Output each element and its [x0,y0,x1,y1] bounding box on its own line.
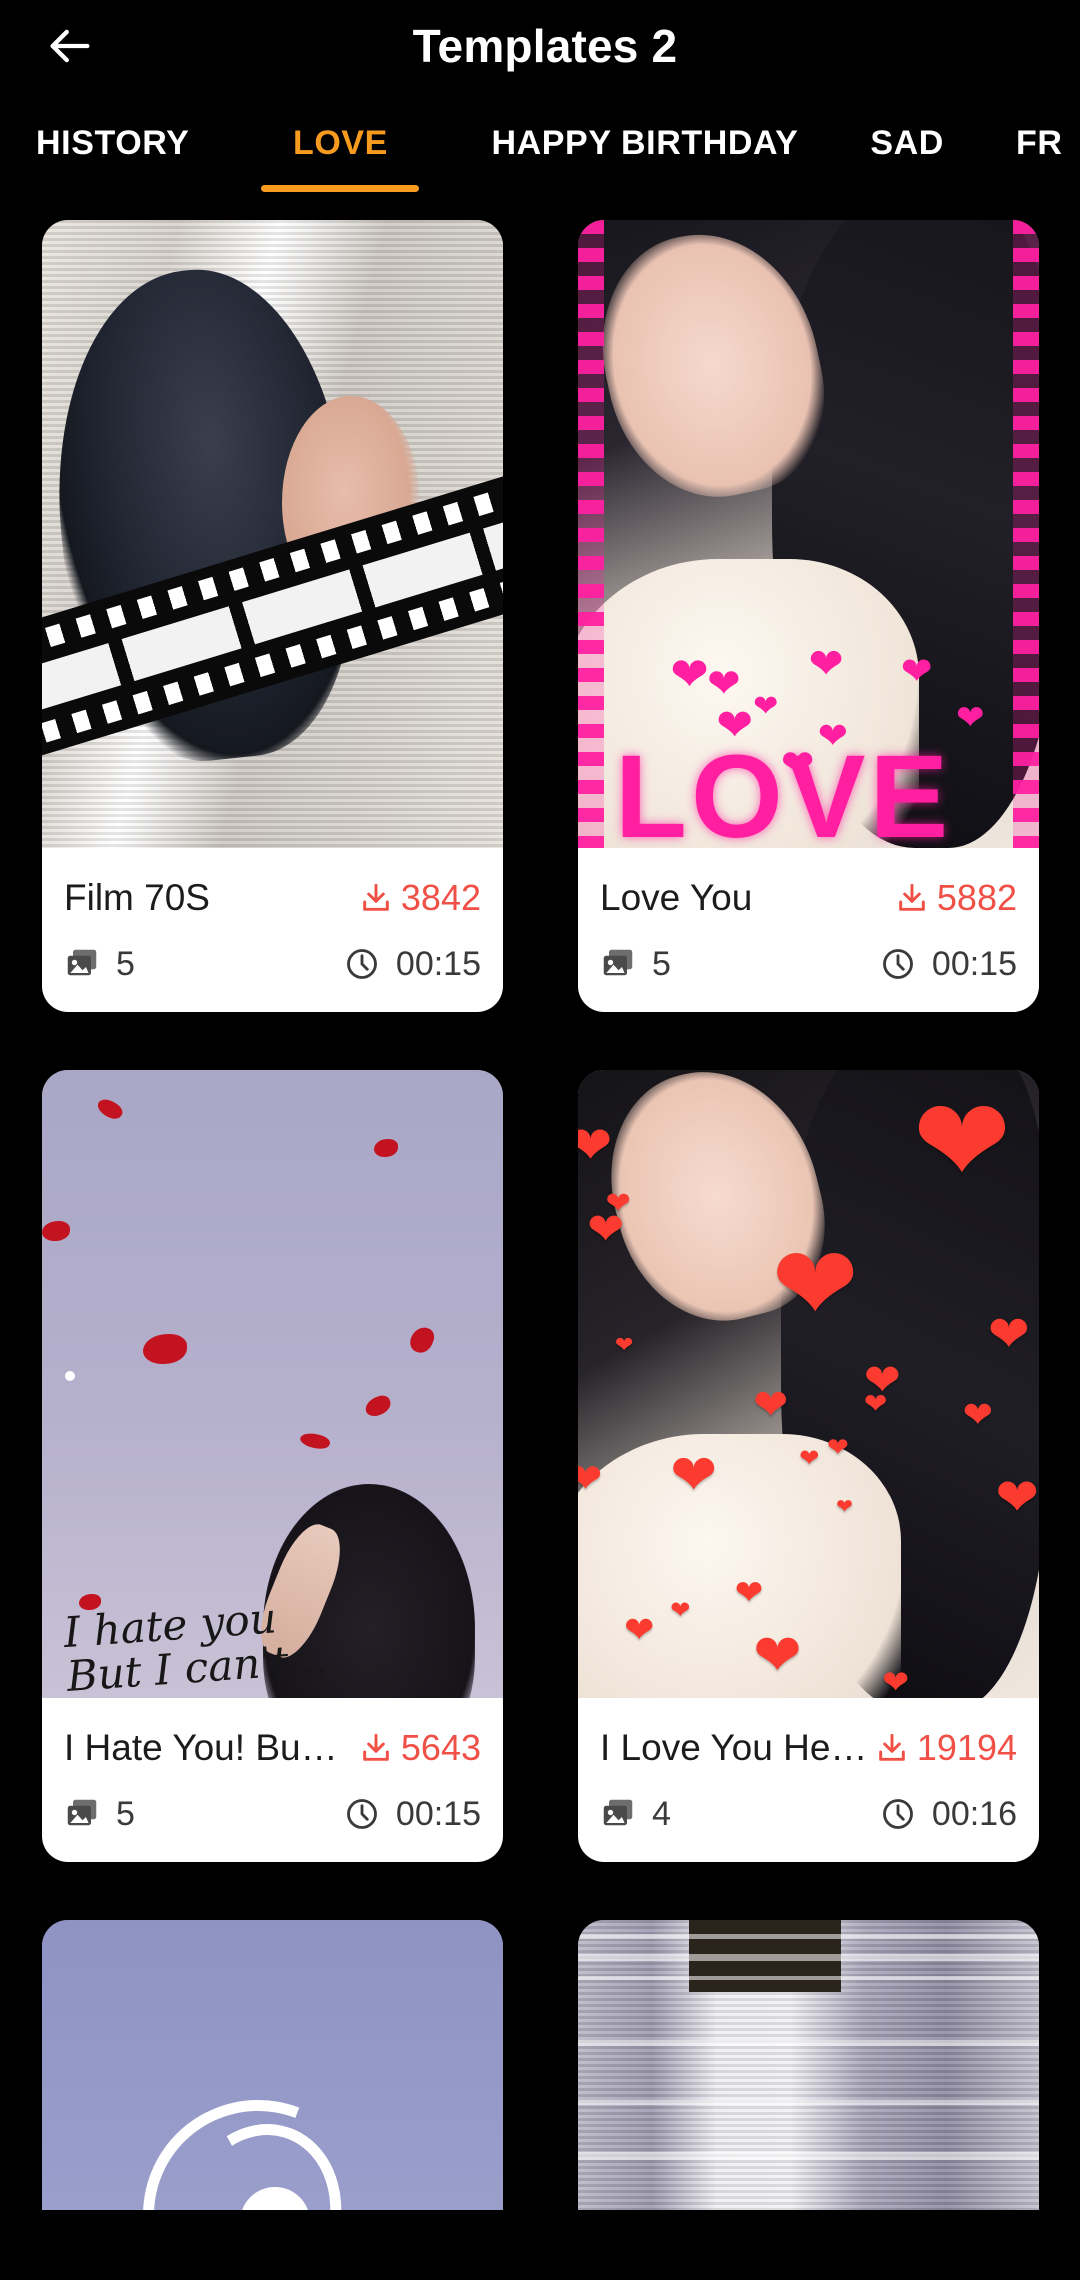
download-count-value: 3842 [400,876,481,918]
top-app-bar: Templates 2 [0,0,1080,92]
love-overlay-text: LOVE [614,731,953,848]
image-count-value: 5 [652,944,671,983]
template-name: I Love You He… [600,1726,868,1768]
clock-icon [344,946,380,982]
template-card[interactable]: Film 70S 3842 5 00:15 [42,220,503,1012]
image-stack-icon [64,1796,100,1832]
duration: 00:15 [880,945,1017,984]
image-count-value: 5 [116,944,135,983]
duration: 00:15 [344,1795,481,1834]
tab-sad[interactable]: SAD [834,92,980,192]
template-thumbnail[interactable]: I hate you But I can't... [42,1070,503,1698]
image-count: 4 [600,1795,671,1834]
download-count-value: 19194 [916,1726,1017,1768]
tab-label: SAD [870,124,944,162]
download-icon [896,882,928,914]
template-thumbnail[interactable] [42,220,503,848]
tab-indicator [261,185,420,192]
back-button[interactable] [34,10,106,82]
template-info: I Love You He… 19194 4 00:16 [578,1698,1039,1862]
image-stack-icon [600,1796,636,1832]
template-name: I Hate You! Bu… [64,1726,338,1768]
image-count: 5 [64,1795,135,1834]
download-icon [876,1732,908,1764]
pink-border-text-right [1013,220,1039,848]
template-grid: Film 70S 3842 5 00:15 ❤ ❤ ❤ ❤ ❤ ❤ ❤ ❤ ❤ … [0,220,1080,2210]
duration-value: 00:15 [395,1794,481,1833]
template-card[interactable] [42,1920,503,2210]
template-card[interactable]: ❤ ❤ ❤ ❤ ❤ ❤ ❤ ❤ ❤ ❤ ❤ ❤ ❤ ❤ ❤ ❤ ❤ ❤ ❤ ❤ … [578,1070,1039,1862]
template-thumbnail[interactable]: ❤ ❤ ❤ ❤ ❤ ❤ ❤ ❤ ❤ LOVE [578,220,1039,848]
image-count: 5 [600,945,671,984]
download-count: 5643 [360,1727,481,1769]
download-count-value: 5643 [400,1726,481,1768]
download-icon [360,882,392,914]
template-name: Film 70S [64,876,210,918]
thumbnail-art-film [42,220,503,848]
image-count-value: 5 [116,1794,135,1833]
category-tab-bar[interactable]: HISTORY LOVE HAPPY BIRTHDAY SAD FR [0,92,1080,220]
tab-label: LOVE [292,124,388,162]
template-name: Love You [600,876,753,918]
clock-icon [880,1796,916,1832]
arrow-left-icon [44,20,96,72]
thumbnail-art-petals: I hate you But I can't... [42,1070,503,1698]
download-count-value: 5882 [936,876,1017,918]
download-count: 5882 [896,877,1017,919]
thumbnail-art-glitch [578,1920,1039,2210]
tab-label: HISTORY [36,124,190,162]
image-count: 5 [64,945,135,984]
tab-history[interactable]: HISTORY [0,92,225,192]
template-thumbnail[interactable] [42,1920,503,2210]
template-card[interactable]: I hate you But I can't... I Hate You! Bu… [42,1070,503,1862]
duration: 00:16 [880,1795,1017,1834]
download-icon [360,1732,392,1764]
image-stack-icon [64,946,100,982]
template-thumbnail[interactable] [578,1920,1039,2210]
tab-love[interactable]: LOVE [225,92,455,192]
template-info: Love You 5882 5 00:15 [578,848,1039,1012]
duration: 00:15 [344,945,481,984]
tab-label: FR [1015,124,1063,162]
clock-icon [880,946,916,982]
duration-value: 00:16 [931,1794,1017,1833]
page-title: Templates 2 [412,20,678,72]
template-info: Film 70S 3842 5 00:15 [42,848,503,1012]
image-stack-icon [600,946,636,982]
thumbnail-art-periwinkle [42,1920,503,2210]
template-thumbnail[interactable]: ❤ ❤ ❤ ❤ ❤ ❤ ❤ ❤ ❤ ❤ ❤ ❤ ❤ ❤ ❤ ❤ ❤ ❤ ❤ ❤ … [578,1070,1039,1698]
templates-screen: Templates 2 HISTORY LOVE HAPPY BIRTHDAY … [0,0,1080,2280]
thumbnail-art-hearts: ❤ ❤ ❤ ❤ ❤ ❤ ❤ ❤ ❤ ❤ ❤ ❤ ❤ ❤ ❤ ❤ ❤ ❤ ❤ ❤ … [578,1070,1039,1698]
thumbnail-art-love: ❤ ❤ ❤ ❤ ❤ ❤ ❤ ❤ ❤ LOVE [578,220,1039,848]
tab-label: HAPPY BIRTHDAY [491,124,799,162]
handwritten-overlay: I hate you But I can't... [62,1593,330,1698]
download-count: 3842 [360,877,481,919]
tab-friendship[interactable]: FR [980,92,1080,192]
template-card[interactable]: ❤ ❤ ❤ ❤ ❤ ❤ ❤ ❤ ❤ LOVE Love You 5882 5 0… [578,220,1039,1012]
download-count: 19194 [876,1727,1017,1769]
duration-value: 00:15 [931,944,1017,983]
template-info: I Hate You! Bu… 5643 5 00:15 [42,1698,503,1862]
tab-happy-birthday[interactable]: HAPPY BIRTHDAY [455,92,834,192]
image-count-value: 4 [652,1794,671,1833]
duration-value: 00:15 [395,944,481,983]
template-card[interactable] [578,1920,1039,2210]
pink-border-text-left [578,220,604,848]
clock-icon [344,1796,380,1832]
